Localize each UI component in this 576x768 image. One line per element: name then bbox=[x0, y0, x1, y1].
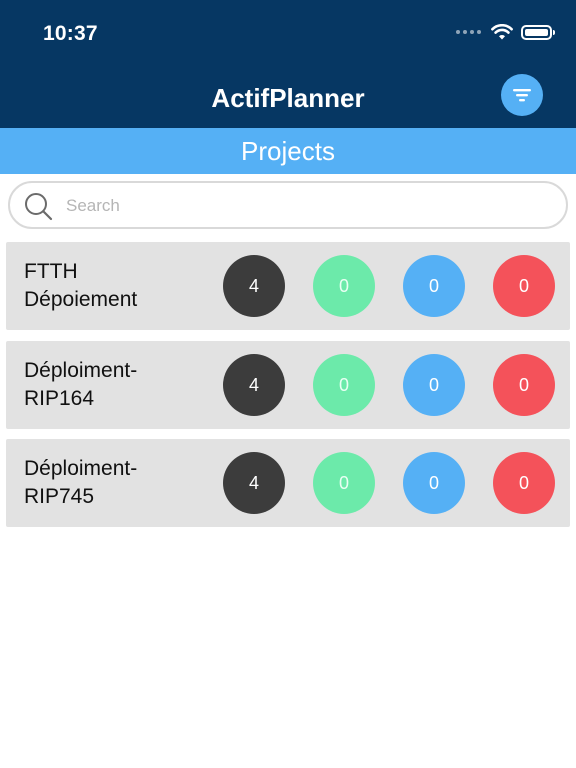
app-title: ActifPlanner bbox=[211, 83, 365, 113]
signal-dots-icon bbox=[456, 30, 481, 34]
in-progress-count-badge: 0 bbox=[403, 354, 465, 416]
done-count-badge: 0 bbox=[313, 354, 375, 416]
project-name: Déploiment- RIP745 bbox=[24, 457, 138, 508]
project-row[interactable]: FTTH Dépoiement 4 0 0 0 bbox=[6, 242, 570, 330]
app-screen: 10:37 ActifPlanner Projects Search FTTH … bbox=[0, 0, 576, 768]
late-count-badge: 0 bbox=[493, 255, 555, 317]
total-count-badge: 4 bbox=[223, 452, 285, 514]
search-bar[interactable] bbox=[8, 181, 568, 229]
status-time: 10:37 bbox=[43, 22, 98, 45]
project-name: FTTH Dépoiement bbox=[24, 260, 138, 311]
late-count-badge: 0 bbox=[493, 354, 555, 416]
section-title: Projects bbox=[0, 128, 576, 174]
filter-icon bbox=[513, 89, 531, 102]
project-name: Déploiment- RIP164 bbox=[24, 359, 138, 410]
done-count-badge: 0 bbox=[313, 452, 375, 514]
battery-icon bbox=[521, 24, 555, 40]
status-icons bbox=[456, 24, 555, 40]
search-icon bbox=[25, 193, 53, 221]
in-progress-count-badge: 0 bbox=[403, 255, 465, 317]
app-header: 10:37 ActifPlanner bbox=[0, 0, 576, 128]
total-count-badge: 4 bbox=[223, 354, 285, 416]
done-count-badge: 0 bbox=[313, 255, 375, 317]
project-row[interactable]: Déploiment- RIP745 4 0 0 0 bbox=[6, 439, 570, 527]
total-count-badge: 4 bbox=[223, 255, 285, 317]
project-row[interactable]: Déploiment- RIP164 4 0 0 0 bbox=[6, 341, 570, 429]
wifi-icon bbox=[491, 24, 513, 40]
filter-button[interactable] bbox=[501, 74, 543, 116]
in-progress-count-badge: 0 bbox=[403, 452, 465, 514]
late-count-badge: 0 bbox=[493, 452, 555, 514]
search-input[interactable] bbox=[64, 187, 548, 225]
